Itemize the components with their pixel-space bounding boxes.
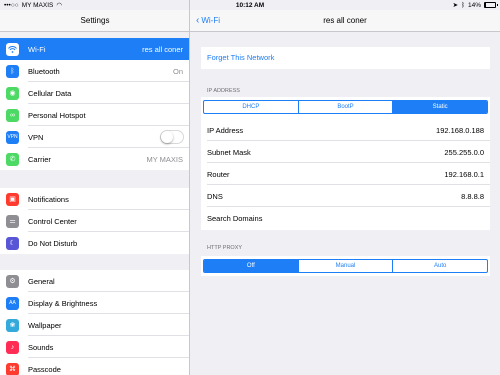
control-center-icon: ⚌ (6, 214, 19, 228)
sidebar-item-label: Notifications (28, 194, 69, 204)
sidebar-item-value: res all coner (142, 44, 183, 54)
ip-settings-card: DHCP BootP Static IP Address 192.168.0.1… (201, 97, 490, 230)
dns-value[interactable]: 8.8.8.8 (461, 192, 484, 201)
gear-icon: ⚙ (6, 274, 19, 288)
forget-network-button[interactable]: Forget This Network (201, 47, 490, 69)
settings-sidebar: Settings Wi-Fi res all coner ᛒ Bluetooth… (0, 0, 190, 375)
proxy-mode-off[interactable]: Off (204, 260, 299, 272)
sidebar-item-label: Cellular Data (28, 88, 72, 98)
status-bar: •••○○ MY MAXIS ◠ 10:12 AM ➤ ᛒ 14% (0, 0, 500, 10)
sidebar-item-sounds[interactable]: ♪ Sounds (0, 336, 189, 358)
back-button[interactable]: ‹ Wi-Fi (196, 10, 220, 32)
http-proxy-section-label: HTTP PROXY (207, 245, 243, 251)
proxy-mode-segmented-control: Off Manual Auto (203, 259, 488, 273)
subnet-mask-value[interactable]: 255.255.0.0 (444, 148, 484, 157)
sidebar-item-wifi[interactable]: Wi-Fi res all coner (0, 38, 189, 60)
sidebar-item-label: Personal Hotspot (28, 110, 86, 120)
proxy-card: Off Manual Auto (201, 256, 490, 276)
sidebar-item-value: On (172, 66, 183, 76)
router-value[interactable]: 192.168.0.1 (444, 170, 484, 179)
wallpaper-icon: ❀ (6, 318, 19, 332)
sounds-icon: ♪ (6, 340, 19, 354)
ip-mode-segmented-control: DHCP BootP Static (203, 100, 488, 114)
sidebar-item-general[interactable]: ⚙ General (0, 270, 189, 292)
dns-row[interactable]: DNS 8.8.8.8 (201, 185, 490, 207)
cellular-icon: ◉ (6, 86, 19, 100)
wifi-detail-pane: ‹ Wi-Fi res all coner Forget This Networ… (190, 0, 500, 375)
proxy-mode-auto[interactable]: Auto (393, 260, 487, 272)
wifi-status-icon: ◠ (56, 2, 63, 9)
sidebar-item-label: General (28, 276, 55, 286)
vpn-icon: VPN (6, 130, 19, 144)
field-label: Search Domains (207, 213, 263, 223)
ip-address-value[interactable]: 192.168.0.188 (436, 126, 484, 135)
notifications-icon: ▣ (6, 192, 19, 206)
field-label: IP Address (207, 125, 244, 135)
sidebar-item-cellular-data[interactable]: ◉ Cellular Data (0, 82, 189, 104)
search-domains-row[interactable]: Search Domains (201, 207, 490, 229)
sidebar-item-label: Wallpaper (28, 320, 62, 330)
signal-icon: •••○○ (4, 1, 19, 9)
ip-address-section-label: IP ADDRESS (207, 88, 240, 94)
display-icon: AA (6, 296, 19, 310)
sidebar-item-display-brightness[interactable]: AA Display & Brightness (0, 292, 189, 314)
location-icon: ➤ (452, 2, 459, 9)
sidebar-item-label: Do Not Disturb (28, 238, 78, 248)
sidebar-item-vpn: VPN VPN (0, 126, 189, 148)
sidebar-item-label: Passcode (28, 364, 61, 374)
proxy-mode-manual[interactable]: Manual (299, 260, 394, 272)
bluetooth-icon: ᛒ (6, 64, 19, 78)
back-label: Wi-Fi (201, 16, 220, 25)
sidebar-item-value: MY MAXIS (146, 154, 183, 164)
field-label: DNS (207, 191, 223, 201)
sidebar-item-carrier[interactable]: ✆ Carrier MY MAXIS (0, 148, 189, 170)
nav-bar: ‹ Wi-Fi res all coner (190, 10, 500, 32)
sidebar-item-label: VPN (28, 132, 44, 142)
carrier-label: MY MAXIS (21, 1, 54, 9)
sidebar-title: Settings (0, 10, 189, 32)
passcode-icon: ⌘ (6, 362, 19, 375)
vpn-toggle[interactable] (160, 130, 184, 144)
ip-mode-dhcp[interactable]: DHCP (204, 101, 299, 113)
sidebar-item-label: Wi-Fi (28, 44, 46, 54)
battery-icon (484, 2, 498, 8)
sidebar-item-notifications[interactable]: ▣ Notifications (0, 188, 189, 210)
sidebar-item-label: Control Center (28, 216, 77, 226)
sidebar-item-bluetooth[interactable]: ᛒ Bluetooth On (0, 60, 189, 82)
hotspot-icon: ∞ (6, 108, 19, 122)
clock: 10:12 AM (235, 1, 265, 9)
sidebar-item-personal-hotspot[interactable]: ∞ Personal Hotspot (0, 104, 189, 126)
sidebar-item-do-not-disturb[interactable]: ☾ Do Not Disturb (0, 232, 189, 254)
ip-mode-bootp[interactable]: BootP (299, 101, 394, 113)
sidebar-item-label: Carrier (28, 154, 51, 164)
sidebar-item-control-center[interactable]: ⚌ Control Center (0, 210, 189, 232)
field-label: Router (207, 169, 230, 179)
subnet-mask-row[interactable]: Subnet Mask 255.255.0.0 (201, 141, 490, 163)
wifi-icon (6, 42, 19, 56)
battery-percent: 14% (467, 1, 481, 9)
sidebar-item-label: Sounds (28, 342, 54, 352)
field-label: Subnet Mask (207, 147, 251, 157)
page-title: res all coner (323, 16, 367, 25)
bluetooth-status-icon: ᛒ (461, 1, 465, 9)
sidebar-item-wallpaper[interactable]: ❀ Wallpaper (0, 314, 189, 336)
phone-icon: ✆ (6, 152, 19, 166)
ip-mode-static[interactable]: Static (393, 101, 487, 113)
sidebar-item-passcode[interactable]: ⌘ Passcode (0, 358, 189, 375)
ip-address-row[interactable]: IP Address 192.168.0.188 (201, 119, 490, 141)
sidebar-item-label: Display & Brightness (28, 298, 98, 308)
sidebar-item-label: Bluetooth (28, 66, 60, 76)
moon-icon: ☾ (6, 236, 19, 250)
chevron-left-icon: ‹ (196, 15, 200, 26)
router-row[interactable]: Router 192.168.0.1 (201, 163, 490, 185)
